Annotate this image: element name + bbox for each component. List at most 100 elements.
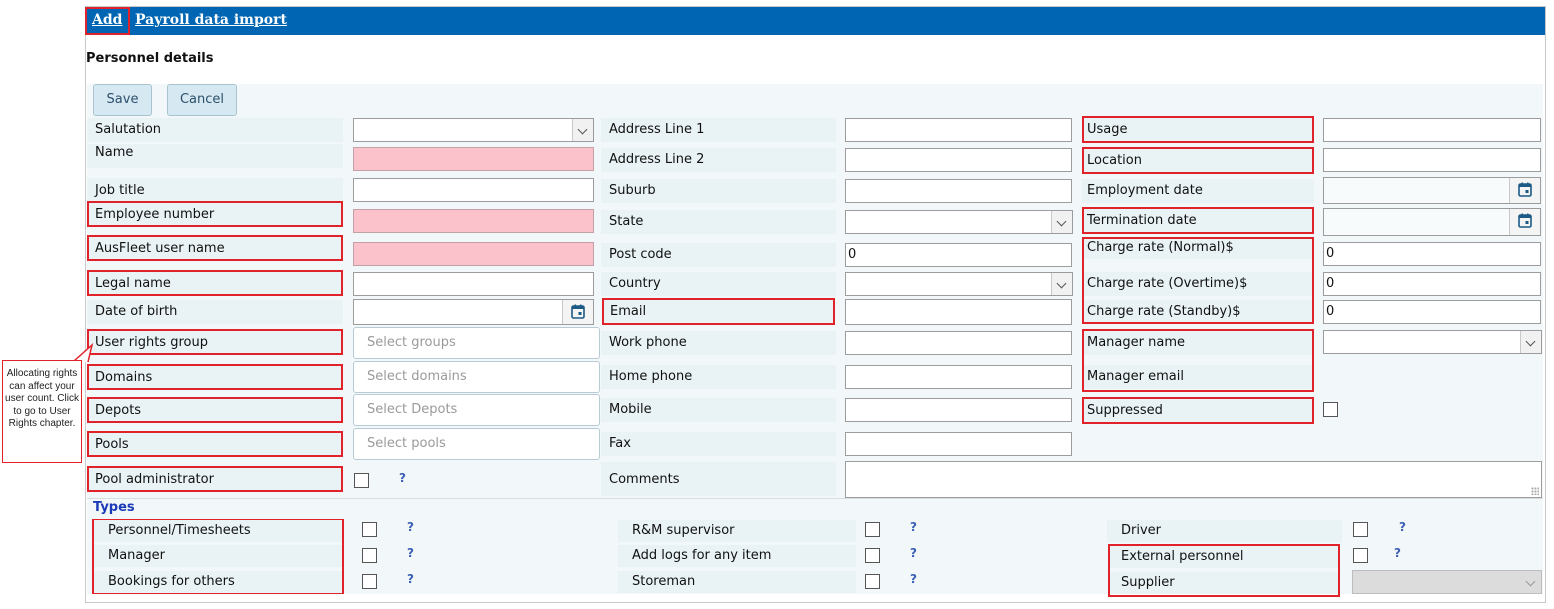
calendar-icon[interactable] [1509, 209, 1540, 235]
type-driver-checkbox[interactable] [1353, 522, 1368, 537]
fax-label: Fax [601, 432, 836, 456]
charge-normal-input[interactable]: 0 [1323, 242, 1541, 266]
ausfleet-user-input[interactable] [353, 242, 594, 266]
suppressed-checkbox[interactable] [1323, 402, 1338, 417]
name-input[interactable] [353, 147, 594, 171]
external-personnel-help-icon[interactable]: ? [1394, 546, 1401, 560]
depots-label: Depots [87, 397, 343, 423]
type-external-personnel-checkbox[interactable] [1353, 548, 1368, 563]
top-toolbar [86, 7, 1545, 35]
address-line-2-input[interactable] [845, 148, 1072, 172]
location-label: Location [1082, 147, 1314, 174]
state-select[interactable] [845, 210, 1073, 234]
address-line-1-label: Address Line 1 [601, 118, 836, 142]
employee-number-input[interactable] [353, 209, 594, 233]
rm-supervisor-help-icon[interactable]: ? [910, 520, 917, 534]
post-code-label: Post code [601, 243, 836, 267]
usage-label: Usage [1082, 116, 1314, 143]
charge-standby-input[interactable]: 0 [1323, 300, 1541, 324]
type-storeman-label: Storeman [618, 571, 856, 593]
calendar-icon[interactable] [1509, 178, 1540, 203]
types-heading: Types [93, 500, 135, 515]
type-personnel-timesheets-checkbox[interactable] [362, 522, 377, 537]
type-supplier-label: Supplier [1110, 572, 1338, 594]
manager-name-select[interactable] [1323, 330, 1542, 354]
charge-overtime-input[interactable]: 0 [1323, 272, 1541, 296]
termination-date-label: Termination date [1082, 207, 1314, 234]
address-line-2-label: Address Line 2 [601, 148, 836, 172]
email-input[interactable] [845, 299, 1072, 325]
resize-grip-icon[interactable] [1531, 487, 1539, 495]
salutation-label: Salutation [87, 118, 343, 142]
manager-email-label: Manager email [1084, 365, 1312, 389]
type-external-personnel-label: External personnel [1110, 546, 1338, 568]
supplier-select[interactable] [1352, 570, 1542, 594]
manager-help-icon[interactable]: ? [407, 546, 414, 560]
charge-overtime-label: Charge rate (Overtime)$ [1084, 272, 1312, 296]
user-rights-callout[interactable]: Allocating rights can affect your user c… [2, 360, 82, 463]
bookings-others-help-icon[interactable]: ? [407, 572, 414, 586]
termination-date-input[interactable] [1323, 208, 1541, 236]
job-title-label: Job title [87, 178, 343, 203]
mobile-label: Mobile [601, 398, 836, 422]
pools-multiselect[interactable]: Select pools [353, 428, 600, 460]
chevron-down-icon [1051, 211, 1072, 233]
home-phone-input[interactable] [845, 365, 1072, 389]
legal-name-input[interactable] [353, 272, 594, 296]
mobile-input[interactable] [845, 398, 1072, 422]
comments-textarea[interactable] [845, 461, 1542, 498]
salutation-select[interactable] [353, 118, 594, 142]
employment-date-label: Employment date [1082, 179, 1314, 203]
dob-label: Date of birth [87, 300, 343, 324]
user-rights-group-label: User rights group [87, 329, 343, 355]
chevron-down-icon [1521, 571, 1541, 593]
state-label: State [601, 210, 836, 234]
type-bookings-others-label: Bookings for others [94, 571, 342, 593]
type-add-logs-label: Add logs for any item [618, 545, 856, 567]
type-manager-checkbox[interactable] [362, 548, 377, 563]
type-storeman-checkbox[interactable] [865, 574, 880, 589]
email-label: Email [602, 298, 835, 325]
pool-admin-checkbox[interactable] [354, 473, 369, 488]
calendar-icon[interactable] [562, 300, 593, 324]
pools-label: Pools [87, 431, 343, 457]
depots-multiselect[interactable]: Select Depots [353, 394, 600, 426]
fax-input[interactable] [845, 432, 1072, 456]
driver-help-icon[interactable]: ? [1399, 520, 1406, 534]
type-rm-supervisor-checkbox[interactable] [865, 522, 880, 537]
job-title-input[interactable] [353, 178, 594, 202]
type-bookings-others-checkbox[interactable] [362, 574, 377, 589]
location-input[interactable] [1323, 148, 1541, 172]
add-link[interactable]: Add [92, 12, 122, 28]
save-button[interactable]: Save [93, 84, 152, 116]
employment-date-input[interactable] [1323, 177, 1541, 204]
pool-admin-help-icon[interactable]: ? [399, 471, 406, 485]
address-line-1-input[interactable] [845, 118, 1072, 142]
employee-number-label: Employee number [87, 201, 343, 227]
groups-multiselect[interactable]: Select groups [353, 327, 600, 359]
pool-admin-label: Pool administrator [87, 466, 343, 492]
legal-name-label: Legal name [87, 270, 343, 296]
country-select[interactable] [845, 272, 1073, 296]
type-add-logs-checkbox[interactable] [865, 548, 880, 563]
home-phone-label: Home phone [601, 365, 836, 389]
page-title: Personnel details [86, 51, 214, 66]
domains-multiselect[interactable]: Select domains [353, 361, 600, 393]
personnel-timesheets-help-icon[interactable]: ? [407, 520, 414, 534]
chevron-down-icon [1051, 273, 1072, 295]
charge-normal-label: Charge rate (Normal)$ [1084, 239, 1312, 259]
manager-name-label: Manager name [1084, 331, 1312, 355]
country-label: Country [601, 272, 836, 296]
type-manager-label: Manager [94, 545, 342, 567]
storeman-help-icon[interactable]: ? [910, 572, 917, 586]
payroll-import-link[interactable]: Payroll data import [135, 12, 287, 28]
type-driver-label: Driver [1107, 520, 1342, 542]
suburb-input[interactable] [845, 179, 1072, 203]
add-logs-help-icon[interactable]: ? [910, 546, 917, 560]
post-code-input[interactable]: 0 [845, 243, 1072, 267]
chevron-down-icon [1520, 331, 1541, 353]
dob-input[interactable] [353, 299, 594, 325]
usage-input[interactable] [1323, 118, 1541, 142]
cancel-button[interactable]: Cancel [167, 84, 237, 116]
work-phone-input[interactable] [845, 331, 1072, 355]
